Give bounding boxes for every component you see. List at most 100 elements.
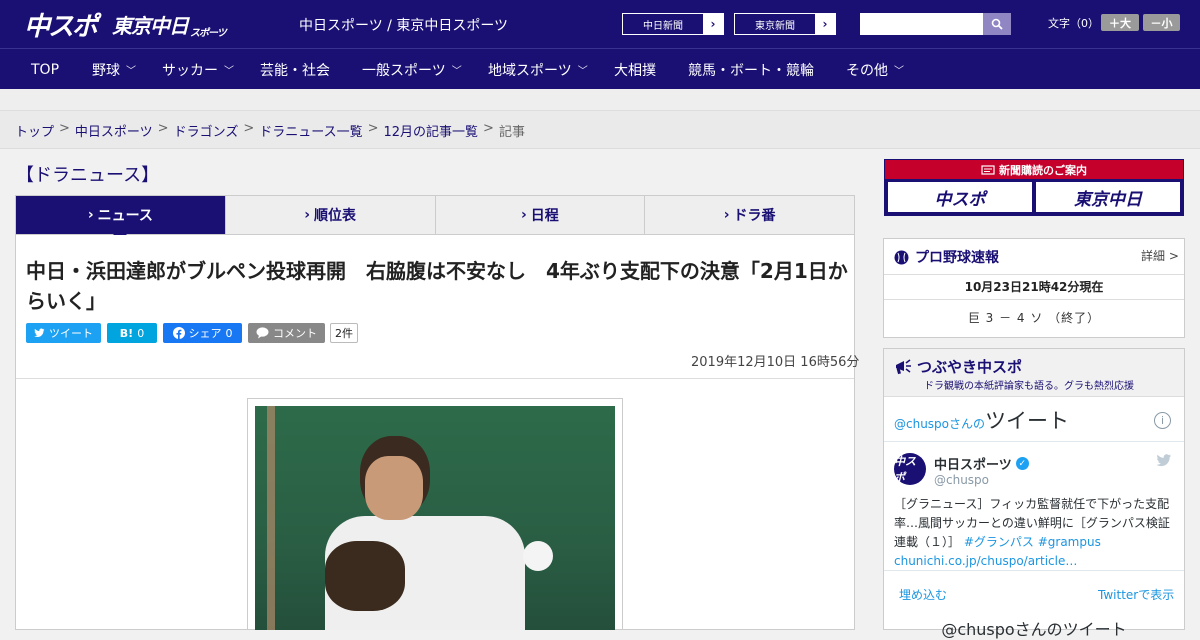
tab-label: ドラ番 — [733, 208, 776, 224]
divider — [884, 570, 1184, 571]
tab-schedule[interactable]: › 日程 — [436, 196, 646, 234]
chunichi-shimbun-link[interactable]: 中日新聞 › — [622, 13, 724, 35]
tab-label: ニュース — [97, 208, 153, 224]
nav-racing[interactable]: 競馬・ボート・競輪 — [688, 49, 814, 90]
section-tabs: › ニュース › 順位表 › 日程 › ドラ番 — [15, 195, 855, 241]
nav-local-sports[interactable]: 地域スポーツ ﹀ — [488, 49, 588, 90]
subscribe-heading-text: 新聞購読のご案内 — [999, 163, 1087, 177]
breadcrumb-dra-news[interactable]: ドラニュース一覧 — [259, 121, 362, 140]
tokyo-shimbun-link[interactable]: 東京新聞 › — [734, 13, 836, 35]
divider — [884, 299, 1184, 300]
nav-label: 芸能・社会 — [260, 62, 330, 79]
comment-count[interactable]: 2件 — [330, 323, 358, 343]
baseball-title: プロ野球速報 — [894, 247, 999, 267]
breadcrumb-sep: > — [367, 121, 379, 136]
tweet-author-handle[interactable]: @chuspo — [934, 473, 989, 487]
search-button[interactable] — [983, 13, 1011, 35]
comment-button[interactable]: コメント — [248, 323, 325, 343]
avatar[interactable]: 中スポ — [894, 453, 926, 485]
chevron-right-icon: › — [304, 207, 311, 223]
chevron-down-icon: ﹀ — [126, 66, 136, 77]
twitter-bird-icon[interactable] — [1156, 454, 1172, 471]
fb-count: 0 — [225, 326, 233, 340]
facebook-icon — [172, 327, 185, 339]
megaphone-icon — [896, 358, 911, 374]
tweet-author-text: 中日スポーツ — [934, 458, 1012, 473]
nav-top[interactable]: TOP — [31, 49, 59, 90]
chevron-right-icon: › — [87, 207, 94, 223]
speech-bubble-icon — [256, 327, 269, 339]
nav-general-sports[interactable]: 一般スポーツ ﹀ — [362, 49, 462, 90]
fb-label: シェア — [188, 327, 222, 340]
chevron-down-icon: ﹀ — [894, 66, 904, 77]
tweet-link[interactable]: chunichi.co.jp/chuspo/article… — [894, 554, 1077, 568]
tokyo-shimbun-label: 東京新聞 — [755, 20, 795, 32]
tab-label: 順位表 — [314, 208, 357, 224]
breadcrumb-sep: > — [59, 121, 70, 136]
tweet-author-name[interactable]: 中日スポーツ ✓ — [934, 454, 1029, 473]
font-decrease-button[interactable]: －小 — [1143, 14, 1180, 31]
nav-label: TOP — [31, 61, 60, 78]
site-title-link[interactable]: 中日スポーツ / 東京中日スポーツ — [299, 15, 508, 35]
tweet-hashtags[interactable]: #グランパス #grampus — [964, 535, 1101, 549]
nav-label: 競馬・ボート・競輪 — [688, 62, 814, 79]
baseball-detail-link[interactable]: 詳細 > — [1141, 247, 1179, 264]
nav-sumo[interactable]: 大相撲 — [614, 49, 656, 90]
hatena-icon: B! — [119, 326, 134, 340]
breadcrumb-chunichi-sports[interactable]: 中日スポーツ — [75, 121, 153, 140]
chuspo-logo[interactable]: 中スポ — [24, 9, 98, 42]
tweet-button[interactable]: ツイート — [26, 323, 101, 343]
tab-standings[interactable]: › 順位表 — [226, 196, 436, 234]
breadcrumb-dragons[interactable]: ドラゴンズ — [174, 121, 239, 140]
hatena-count: 0 — [137, 326, 145, 340]
tab-news[interactable]: › ニュース — [16, 196, 226, 241]
photo-face — [365, 456, 423, 520]
tweet-text: ［グラニュース］フィッカ監督就任で下がった支配率…風間サッカーとの違い鮮明に［グ… — [894, 495, 1176, 571]
tab-dora-ban[interactable]: › ドラ番 — [645, 196, 854, 234]
nav-other[interactable]: その他 ﹀ — [846, 49, 904, 90]
nav-label: 地域スポーツ — [488, 62, 572, 79]
nav-baseball[interactable]: 野球 ﹀ — [92, 49, 136, 90]
comment-label: コメント — [273, 327, 317, 340]
font-size-label: 文字（0） — [1048, 17, 1099, 30]
facebook-share-button[interactable]: シェア 0 — [163, 323, 242, 343]
tokyo-chunichi-logo[interactable]: 東京中日 スポーツ — [112, 9, 227, 40]
subscribe-chuspo-logo[interactable]: 中スポ — [888, 182, 1032, 212]
global-nav: TOP 野球 ﹀ サッカー ﹀ 芸能・社会 一般スポーツ ﹀ 地域スポーツ ﹀ 大相撲 … — [0, 48, 1200, 89]
info-icon[interactable]: i — [1154, 412, 1171, 429]
section-title: 【ドラニュース】 — [16, 165, 160, 186]
subscribe-heading: 新聞購読のご案内 — [885, 160, 1183, 179]
font-increase-button[interactable]: ＋大 — [1101, 14, 1139, 31]
twitter-box-subtitle: ドラ観戦の本紙評論家も語る。グラも熱烈応援 — [924, 381, 1134, 392]
twitter-handle-link[interactable]: @chuspo — [894, 417, 949, 431]
hatena-bookmark-button[interactable]: B! 0 — [107, 323, 157, 343]
sub-bar — [0, 89, 1200, 111]
twitter-box-title: つぶやき中スポ — [894, 356, 1022, 377]
article-photo[interactable] — [255, 406, 615, 630]
tweet-label: ツイート — [49, 327, 93, 340]
view-on-twitter-link[interactable]: Twitterで表示 — [1098, 586, 1174, 603]
verified-icon: ✓ — [1015, 457, 1029, 470]
baseball-game-score[interactable]: 巨 3 － 4 ソ （終了） — [884, 309, 1184, 326]
breadcrumb-top[interactable]: トップ — [15, 121, 54, 140]
twitter-box-title-text: つぶやき中スポ — [917, 358, 1023, 376]
twitter-handle-suffix: さんの — [949, 417, 986, 431]
breadcrumb: トップ > 中日スポーツ > ドラゴンズ > ドラニュース一覧 > 12月の記事一覧 > … — [15, 121, 525, 140]
photo-pole — [267, 406, 275, 630]
nav-soccer[interactable]: サッカー ﹀ — [162, 49, 234, 90]
nav-label: 野球 — [92, 62, 120, 79]
tokyo-logo-text: 東京中日 — [112, 13, 189, 38]
article-headline: 中日・浜田達郎がブルペン投球再開 右脇腹は不安なし 4年ぶり支配下の決意「2月1… — [26, 259, 848, 313]
breadcrumb-december[interactable]: 12月の記事一覧 — [384, 121, 479, 140]
nav-entertainment[interactable]: 芸能・社会 — [260, 49, 330, 90]
search-input[interactable] — [860, 13, 983, 35]
embed-link[interactable]: 埋め込む — [899, 586, 947, 603]
chevron-down-icon: ﹀ — [577, 66, 588, 77]
nav-label: その他 — [846, 62, 888, 79]
search-icon — [991, 18, 1003, 30]
chevron-right-icon: › — [520, 207, 527, 223]
baseball-title-text: プロ野球速報 — [915, 250, 999, 266]
subscribe-tokyo-logo[interactable]: 東京中日 — [1036, 182, 1180, 212]
breadcrumb-sep: > — [157, 121, 169, 136]
chevron-down-icon: ﹀ — [224, 66, 234, 77]
